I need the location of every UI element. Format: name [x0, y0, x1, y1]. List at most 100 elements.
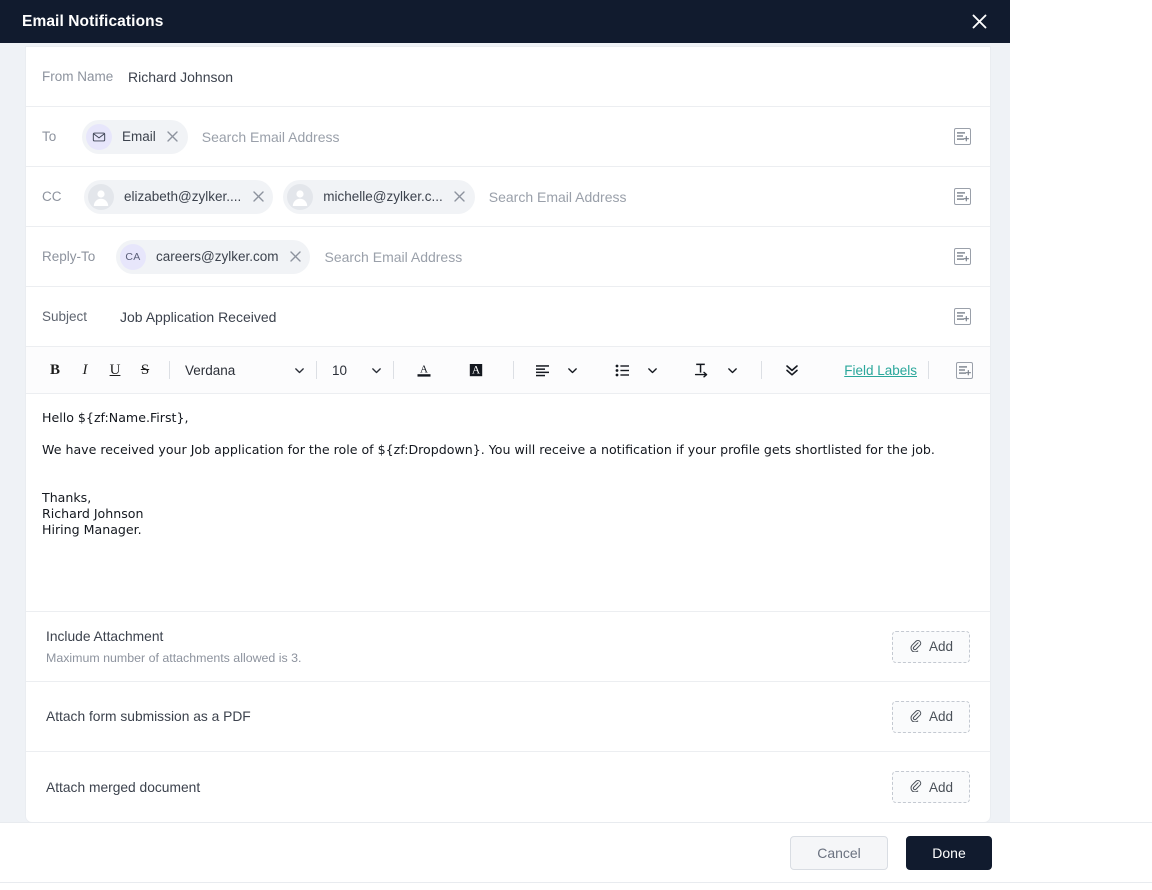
align-options-chevron-down-icon[interactable] [557, 355, 587, 385]
body-sign-role: Hiring Manager. [42, 522, 142, 538]
row-attach-pdf: Attach form submission as a PDF Add [26, 682, 990, 752]
chevron-down-icon [291, 365, 307, 376]
bold-button[interactable]: B [40, 355, 70, 385]
remove-chip-icon[interactable] [162, 126, 184, 148]
attachment-title: Include Attachment [46, 628, 164, 644]
merge-cell [934, 47, 990, 106]
modal-header: Email Notifications [0, 0, 1010, 43]
row-include-attachment: Include Attachment Maximum number of att… [26, 612, 990, 682]
email-body-editor[interactable]: Hello ${zf:Name.First}, We have received… [26, 394, 990, 612]
paperclip-icon [909, 709, 922, 725]
row-subject: Subject Job Application Received [26, 287, 990, 347]
row-cc: CC elizabeth@zylker.... michelle@zylker.… [26, 167, 990, 227]
cc-label: CC [42, 189, 62, 204]
list-options-chevron-down-icon[interactable] [637, 355, 667, 385]
chevron-down-icon [368, 365, 384, 376]
bulleted-list-icon[interactable] [607, 355, 637, 385]
divider [761, 361, 762, 379]
body-greeting: Hello ${zf:Name.First}, [42, 410, 189, 425]
add-pdf-button[interactable]: Add [892, 700, 970, 733]
paperclip-icon [909, 639, 922, 655]
close-icon[interactable] [964, 7, 994, 37]
merge-field-icon[interactable] [953, 188, 971, 205]
body-blank-line [42, 474, 974, 490]
footer-divider [0, 882, 1152, 883]
row-from-name: From Name Richard Johnson [26, 47, 990, 107]
modal-footer: Cancel Done [0, 822, 1152, 882]
highlight-color-icon[interactable]: A [461, 355, 491, 385]
avatar [88, 183, 114, 210]
divider [513, 361, 514, 379]
cancel-button[interactable]: Cancel [790, 835, 888, 870]
attachment-title: Attach form submission as a PDF [46, 709, 251, 724]
to-search-input[interactable]: Search Email Address [198, 129, 340, 145]
modal-body: From Name Richard Johnson To Email Searc… [0, 43, 1010, 822]
strikethrough-button[interactable]: S [130, 355, 160, 385]
avatar-initials: CA [120, 243, 146, 270]
merge-field-icon[interactable] [955, 361, 973, 379]
add-merged-document-button[interactable]: Add [892, 771, 970, 803]
paperclip-icon [909, 779, 922, 795]
reply-to-label: Reply-To [42, 249, 96, 264]
font-size-value: 10 [332, 362, 348, 378]
reply-to-search-input[interactable]: Search Email Address [320, 249, 462, 265]
recipient-chip[interactable]: elizabeth@zylker.... [84, 179, 274, 214]
text-color-icon[interactable]: A [409, 355, 439, 385]
attachment-text: Include Attachment Maximum number of att… [46, 629, 892, 665]
remove-chip-icon[interactable] [284, 246, 306, 268]
svg-text:A: A [420, 364, 428, 376]
envelope-icon [86, 123, 112, 150]
body-sign-off: Thanks, [42, 490, 92, 506]
svg-text:A: A [472, 365, 481, 377]
from-name-value[interactable]: Richard Johnson [128, 69, 233, 85]
row-to: To Email Search Email Address [26, 107, 990, 167]
divider [928, 361, 929, 379]
add-button-label: Add [928, 639, 954, 654]
font-size-select[interactable]: 10 [326, 355, 384, 385]
italic-button[interactable]: I [70, 355, 100, 385]
from-name-label: From Name [42, 69, 114, 84]
divider [169, 361, 170, 379]
add-button-label: Add [928, 709, 954, 724]
chip-label: elizabeth@zylker.... [124, 189, 242, 204]
subject-value[interactable]: Job Application Received [120, 309, 276, 325]
add-attachment-button[interactable]: Add [892, 630, 970, 663]
remove-chip-icon[interactable] [449, 186, 471, 208]
recipient-chip[interactable]: michelle@zylker.c... [283, 179, 475, 214]
to-label: To [42, 129, 57, 144]
merge-field-icon[interactable] [953, 248, 971, 265]
font-family-select[interactable]: Verdana [179, 355, 307, 385]
row-reply-to: Reply-To CA careers@zylker.com Search Em [26, 227, 990, 287]
row-attach-merged-document: Attach merged document Add [26, 752, 990, 822]
recipient-chip[interactable]: CA careers@zylker.com [116, 239, 311, 274]
recipient-chip[interactable]: Email [82, 119, 188, 154]
chip-label: michelle@zylker.c... [323, 189, 443, 204]
underline-button[interactable]: U [100, 355, 130, 385]
attachment-text: Attach form submission as a PDF [46, 709, 892, 724]
indent-options-chevron-down-icon[interactable] [717, 355, 747, 385]
divider [393, 361, 394, 379]
cc-search-input[interactable]: Search Email Address [485, 189, 627, 205]
merge-cell-cc [934, 167, 990, 226]
screen: Email Notifications From Name Richard Jo… [0, 0, 1152, 890]
add-button-label: Add [928, 779, 954, 795]
avatar [287, 183, 314, 210]
merge-cell-reply-to [934, 227, 990, 286]
chip-label: careers@zylker.com [156, 249, 279, 264]
more-options-icon[interactable] [777, 355, 807, 385]
subject-label: Subject [42, 309, 88, 324]
editor-toolbar: B I U S Verdana 10 A A Field Labels [26, 347, 990, 394]
form-panel: From Name Richard Johnson To Email Searc… [26, 47, 990, 822]
merge-cell-toolbar [938, 347, 990, 393]
done-button[interactable]: Done [906, 835, 992, 870]
chip-label: Email [122, 129, 156, 144]
align-left-icon[interactable] [527, 355, 557, 385]
divider [316, 361, 317, 379]
field-labels-link[interactable]: Field Labels [844, 363, 917, 378]
merge-cell-subject [934, 287, 990, 346]
merge-field-icon[interactable] [953, 128, 971, 145]
merge-field-icon[interactable] [953, 308, 971, 325]
remove-chip-icon[interactable] [247, 186, 269, 208]
indent-icon[interactable] [687, 355, 717, 385]
body-paragraph: We have received your Job application fo… [42, 442, 935, 458]
